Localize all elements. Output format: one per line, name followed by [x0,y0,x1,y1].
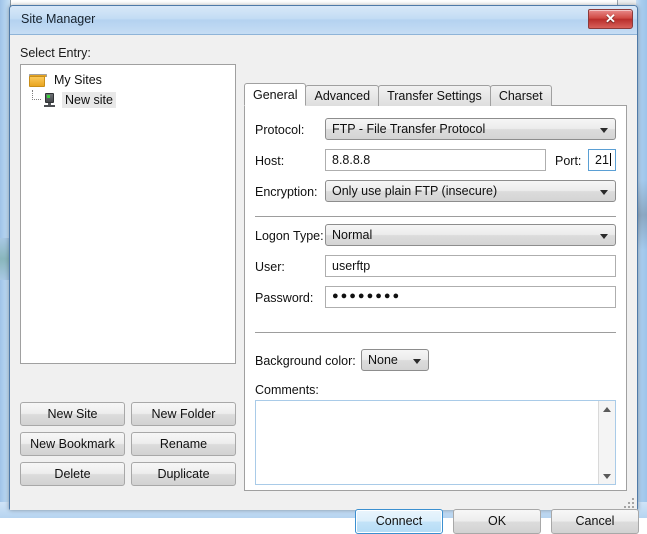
connect-button[interactable]: Connect [355,509,443,534]
encryption-label: Encryption: [255,185,318,199]
new-folder-button[interactable]: New Folder [131,402,236,426]
port-input[interactable]: 21 [588,149,616,171]
scroll-up-icon[interactable] [599,401,615,417]
new-bookmark-button[interactable]: New Bookmark [20,432,125,456]
chevron-down-icon [413,359,421,364]
protocol-select[interactable]: FTP - File Transfer Protocol [325,118,616,140]
protocol-value: FTP - File Transfer Protocol [332,122,485,136]
scroll-down-icon[interactable] [599,468,615,484]
tree-item-label: My Sites [51,72,105,88]
tree-item-new-site[interactable]: New site [21,90,235,110]
logon-type-select[interactable]: Normal [325,224,616,246]
rename-button[interactable]: Rename [131,432,236,456]
background-color-select[interactable]: None [361,349,429,371]
section-separator-2 [255,332,616,333]
tab-advanced[interactable]: Advanced [305,85,379,106]
tree-item-label: New site [62,92,116,108]
host-value: 8.8.8.8 [332,153,370,167]
chevron-down-icon [600,128,608,133]
user-input[interactable]: userftp [325,255,616,277]
ok-button[interactable]: OK [453,509,541,534]
server-icon [44,93,55,107]
settings-tabs: General Advanced Transfer Settings Chars… [244,84,551,106]
port-value: 21 [595,153,609,167]
cancel-button[interactable]: Cancel [551,509,639,534]
close-button[interactable]: ✕ [588,9,633,29]
general-tab-panel: Protocol: FTP - File Transfer Protocol H… [244,105,627,491]
resize-grip[interactable] [621,495,634,508]
delete-button[interactable]: Delete [20,462,125,486]
logon-type-label: Logon Type: [255,229,324,243]
logon-type-value: Normal [332,228,372,242]
folder-icon [29,74,45,87]
site-tree-actions: New Site New Folder New Bookmark Rename … [20,402,236,486]
dialog-title: Site Manager [21,12,95,26]
tree-connector-line [32,90,41,100]
password-label: Password: [255,291,313,305]
new-site-button[interactable]: New Site [20,402,125,426]
background-color-label: Background color: [255,354,356,368]
close-icon: ✕ [589,11,632,27]
chevron-down-icon [600,234,608,239]
protocol-label: Protocol: [255,123,304,137]
site-manager-dialog: Site Manager ✕ Select Entry: My Sites Ne… [9,5,638,510]
encryption-value: Only use plain FTP (insecure) [332,184,497,198]
tree-item-my-sites[interactable]: My Sites [21,70,235,90]
text-caret [610,153,611,166]
port-label: Port: [555,154,581,168]
host-label: Host: [255,154,284,168]
tab-charset[interactable]: Charset [490,85,552,106]
dialog-body: Select Entry: My Sites New site New Site… [10,36,637,510]
duplicate-button[interactable]: Duplicate [131,462,236,486]
user-value: userftp [332,259,370,273]
section-separator-1 [255,216,616,217]
user-label: User: [255,260,285,274]
select-entry-label: Select Entry: [20,46,91,60]
tab-transfer-settings[interactable]: Transfer Settings [378,85,491,106]
comments-scrollbar[interactable] [598,401,615,484]
site-tree[interactable]: My Sites New site [20,64,236,364]
host-input[interactable]: 8.8.8.8 [325,149,546,171]
password-input[interactable]: ●●●●●●●● [325,286,616,308]
chevron-down-icon [600,190,608,195]
dialog-action-buttons: Connect OK Cancel [355,509,639,534]
comments-label: Comments: [255,383,319,397]
background-color-value: None [368,353,398,367]
dialog-titlebar[interactable]: Site Manager ✕ [10,6,637,35]
encryption-select[interactable]: Only use plain FTP (insecure) [325,180,616,202]
comments-textarea[interactable] [255,400,616,485]
password-value: ●●●●●●●● [332,290,401,302]
tab-general[interactable]: General [244,83,306,106]
